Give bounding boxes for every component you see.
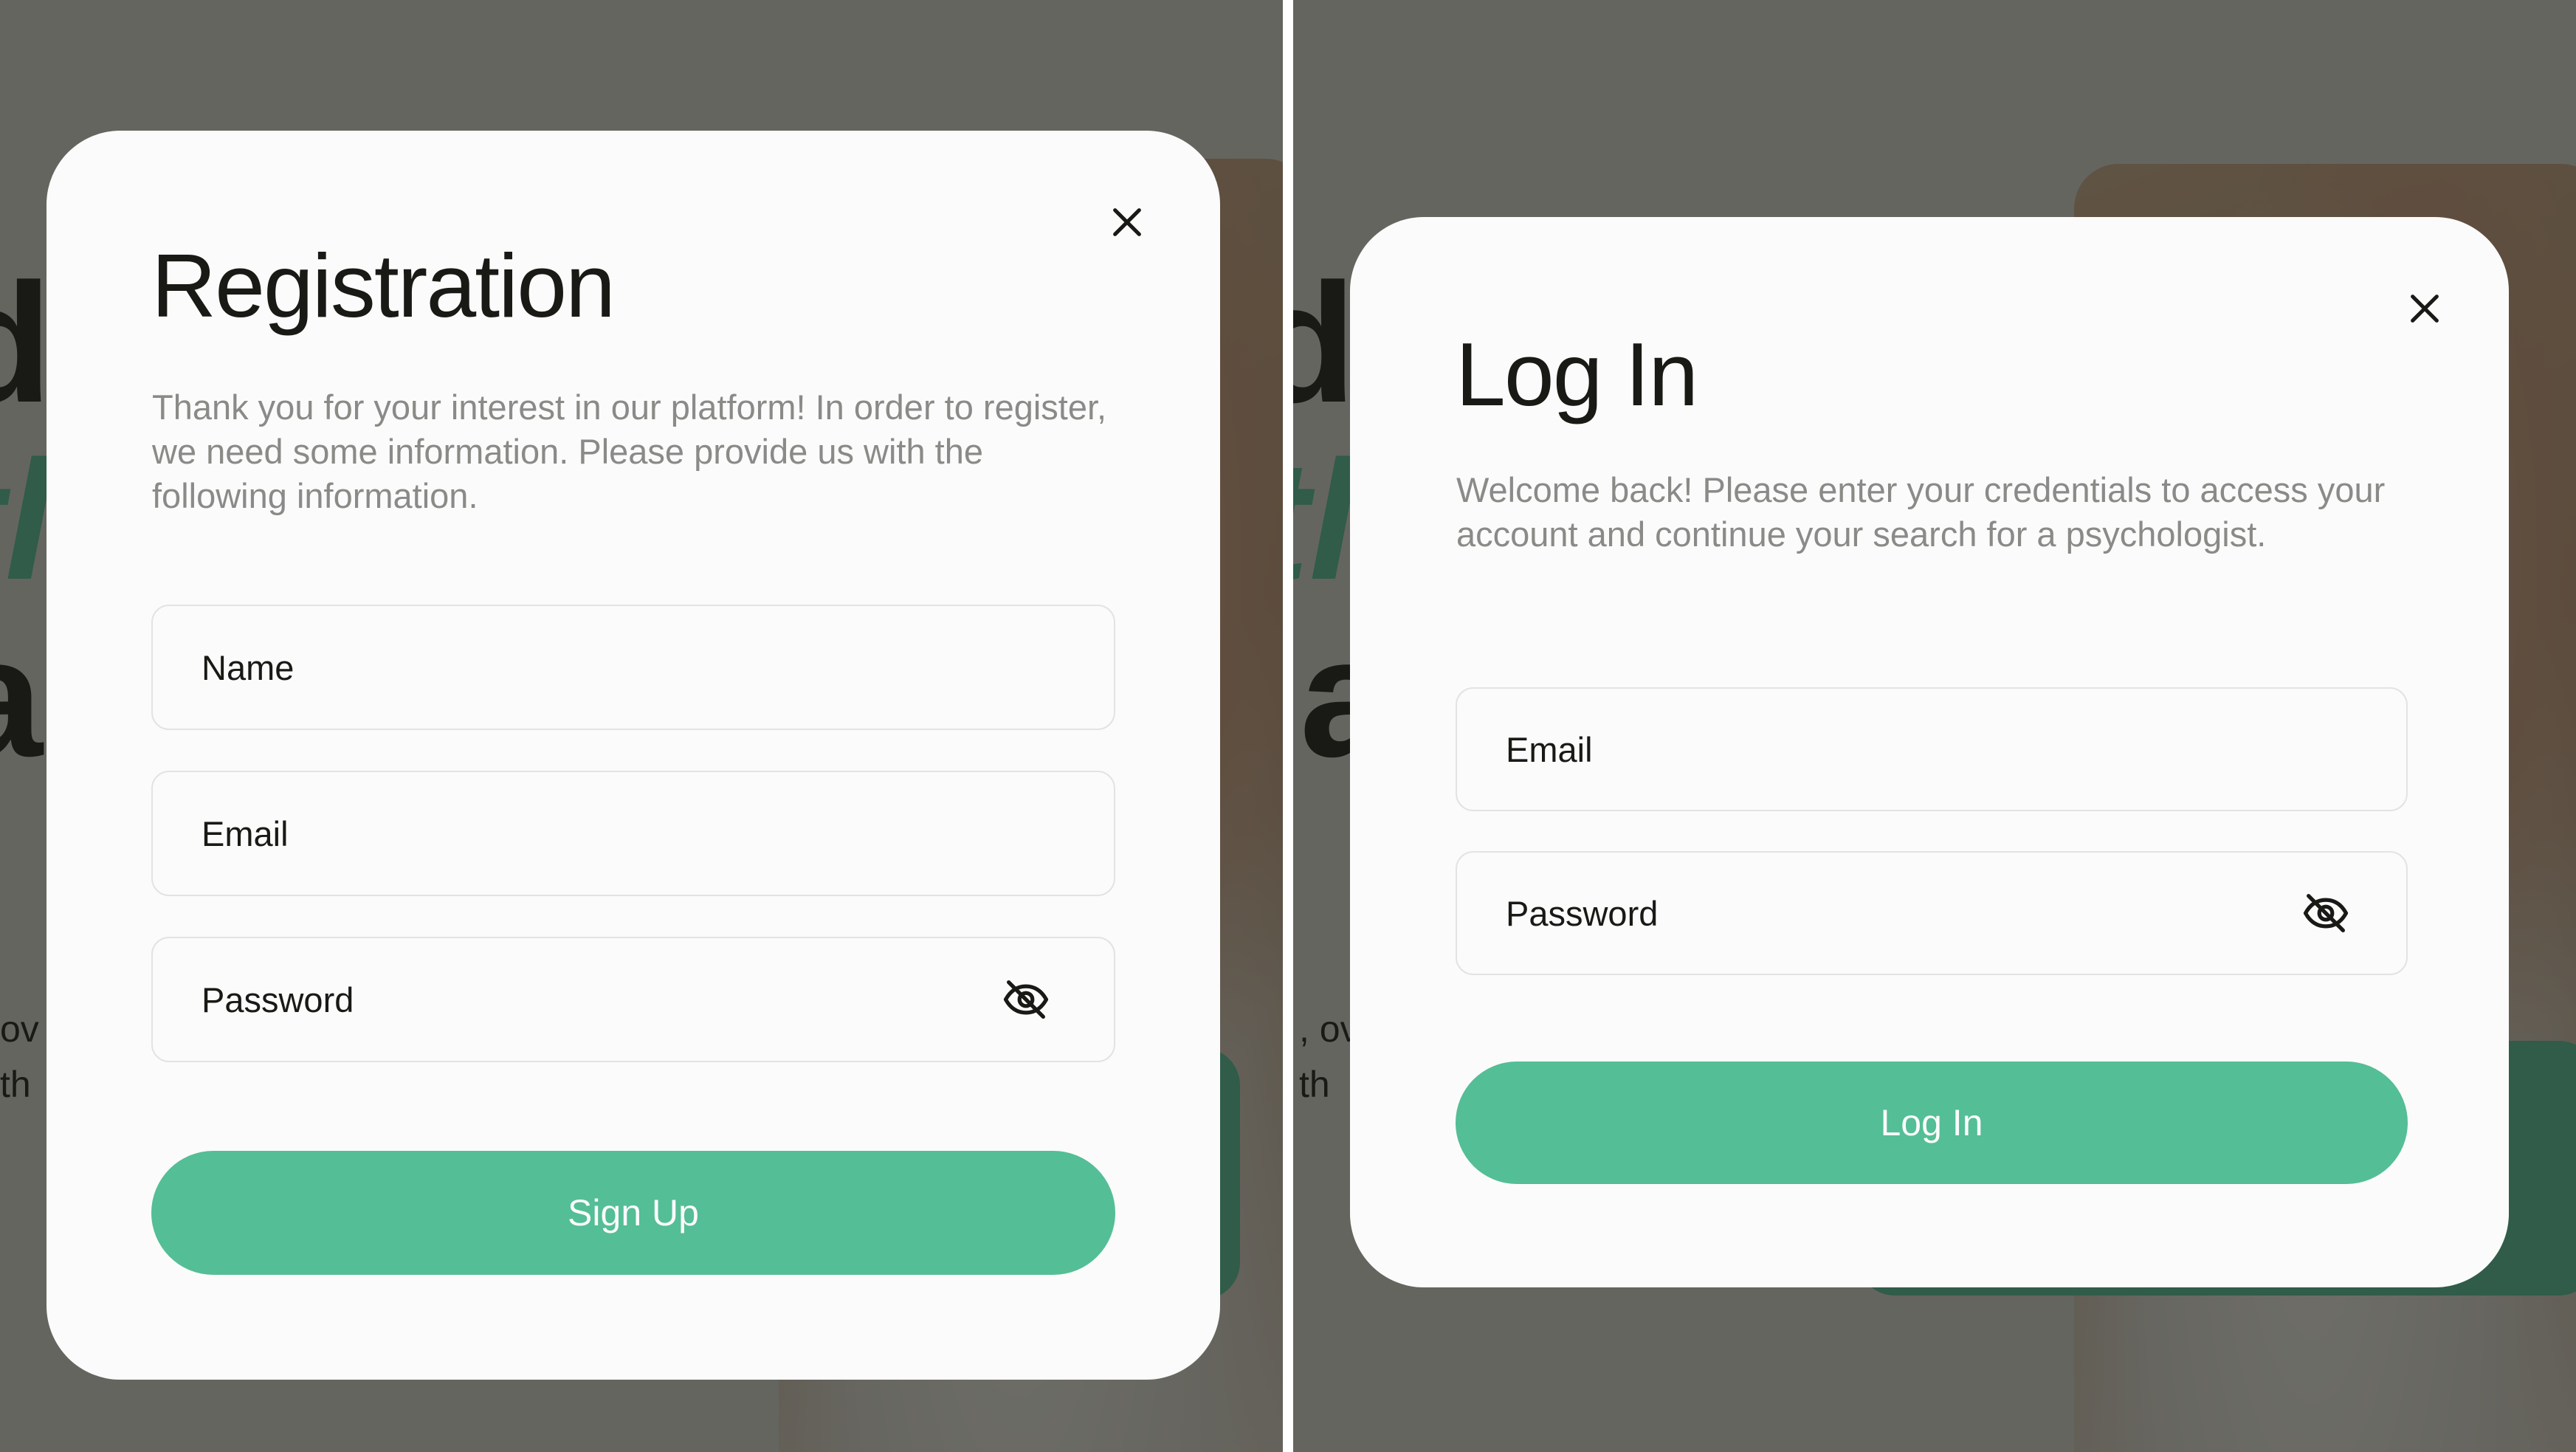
close-button[interactable] <box>2401 285 2448 332</box>
login-modal: Log In Welcome back! Please enter your c… <box>1350 217 2509 1287</box>
close-icon <box>1113 208 1141 236</box>
email-input-placeholder: Email <box>1506 729 1593 769</box>
name-input-placeholder: Name <box>202 647 295 687</box>
name-input[interactable]: Name <box>151 605 1115 730</box>
login-screen: d tl la , ov th Log In Welcome back! Ple… <box>1293 0 2576 1452</box>
close-button[interactable] <box>1103 199 1151 246</box>
panel-divider <box>1283 0 1293 1452</box>
password-visibility-toggle[interactable] <box>2300 887 2352 939</box>
eye-off-icon <box>2303 894 2349 932</box>
email-input[interactable]: Email <box>151 771 1115 896</box>
password-visibility-toggle[interactable] <box>1000 974 1052 1025</box>
close-icon <box>2411 295 2439 323</box>
modal-title: Log In <box>1456 324 1698 424</box>
modal-description: Welcome back! Please enter your credenti… <box>1456 470 2386 554</box>
registration-modal: Registration Thank you for your interest… <box>47 131 1220 1380</box>
log-in-button[interactable]: Log In <box>1456 1062 2408 1184</box>
eye-off-icon <box>1003 980 1049 1019</box>
email-input-placeholder: Email <box>202 813 289 853</box>
sign-up-button[interactable]: Sign Up <box>151 1151 1115 1275</box>
modal-title: Registration <box>151 235 616 336</box>
email-input[interactable]: Email <box>1456 687 2408 811</box>
registration-screen: d tl a ov th Registration Thank you for … <box>0 0 1283 1452</box>
password-input-placeholder: Password <box>1506 893 1659 933</box>
password-input-placeholder: Password <box>202 980 354 1019</box>
modal-description: Thank you for your interest in our platf… <box>152 388 1107 515</box>
password-input[interactable]: Password <box>151 937 1115 1062</box>
password-input[interactable]: Password <box>1456 851 2408 975</box>
